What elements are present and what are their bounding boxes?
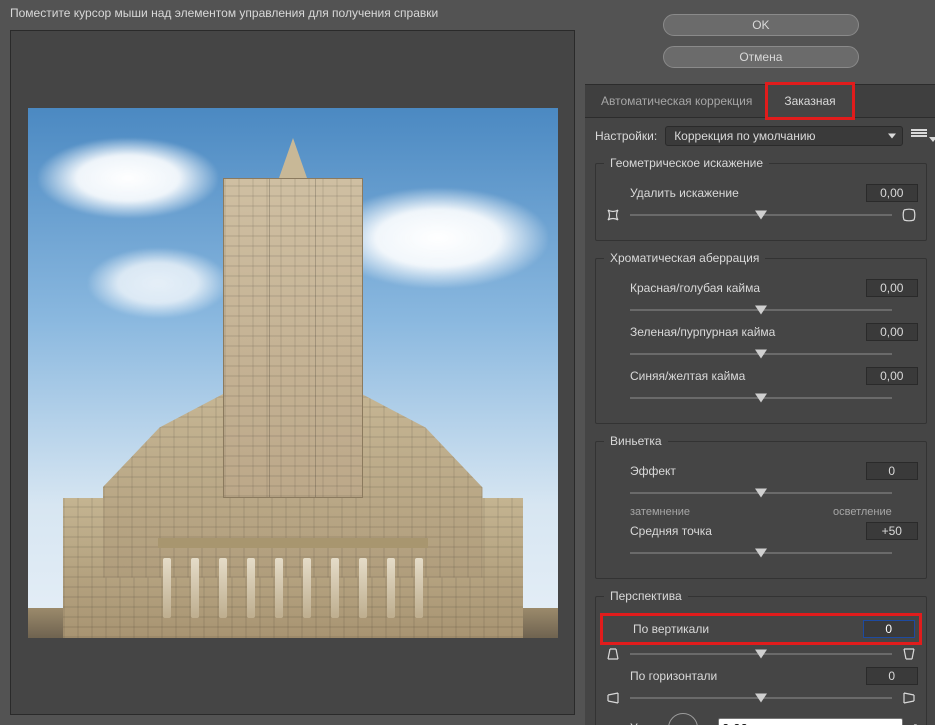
red-cyan-input[interactable] bbox=[866, 279, 918, 297]
horizontal-input[interactable] bbox=[866, 667, 918, 685]
angle-unit: ° bbox=[913, 721, 918, 725]
group-perspective: Перспектива По вертикали По горизонтали bbox=[595, 589, 927, 725]
vignette-range-right: осветление bbox=[833, 506, 892, 518]
group-geometric: Геометрическое искажение Удалить искажен… bbox=[595, 156, 927, 241]
horizontal-slider[interactable] bbox=[630, 691, 892, 705]
red-cyan-label: Красная/голубая кайма bbox=[604, 281, 866, 295]
hint-text: Поместите курсор мыши над элементом упра… bbox=[0, 0, 585, 24]
vignette-amount-input[interactable] bbox=[866, 462, 918, 480]
blue-yellow-label: Синяя/желтая кайма bbox=[604, 369, 866, 383]
ctrl-remove-distortion: Удалить искажение bbox=[604, 184, 918, 224]
ctrl-red-cyan: Красная/голубая кайма bbox=[604, 279, 918, 319]
ctrl-horizontal-perspective: По горизонтали bbox=[604, 667, 918, 707]
vertical-input[interactable] bbox=[863, 620, 915, 638]
ctrl-vignette-midpoint: Средняя точка bbox=[604, 522, 918, 562]
tab-auto-correction[interactable]: Автоматическая коррекция bbox=[585, 85, 768, 117]
perspective-horiz-right-icon bbox=[900, 689, 918, 707]
panel-menu-button[interactable] bbox=[911, 129, 927, 143]
green-magenta-slider[interactable] bbox=[630, 347, 892, 361]
controls-pane: OK Отмена Автоматическая коррекция Заказ… bbox=[585, 0, 935, 725]
ctrl-vertical-perspective: По вертикали bbox=[604, 617, 918, 663]
ctrl-green-magenta: Зеленая/пурпурная кайма bbox=[604, 323, 918, 363]
pincushion-icon bbox=[900, 206, 918, 224]
settings-value: Коррекция по умолчанию bbox=[674, 129, 815, 143]
ctrl-angle: Угол: ° bbox=[604, 713, 918, 725]
ctrl-blue-yellow: Синяя/желтая кайма bbox=[604, 367, 918, 407]
ctrl-vignette-amount: Эффект затемнение осветление bbox=[604, 462, 918, 518]
vertical-label: По вертикали bbox=[607, 622, 863, 636]
cancel-button[interactable]: Отмена bbox=[663, 46, 859, 68]
remove-distortion-slider[interactable] bbox=[630, 208, 892, 222]
green-magenta-input[interactable] bbox=[866, 323, 918, 341]
group-vignette: Виньетка Эффект затемнение осветление Сре… bbox=[595, 434, 927, 579]
remove-distortion-input[interactable] bbox=[866, 184, 918, 202]
ok-button[interactable]: OK bbox=[663, 14, 859, 36]
dialog-buttons: OK Отмена bbox=[585, 0, 935, 84]
menu-icon bbox=[911, 129, 927, 143]
vertical-perspective-highlight: По вертикали bbox=[600, 613, 922, 645]
settings-select[interactable]: Коррекция по умолчанию bbox=[665, 126, 903, 146]
tab-custom[interactable]: Заказная bbox=[765, 82, 854, 120]
vignette-mid-slider[interactable] bbox=[630, 546, 892, 560]
group-chromatic-legend: Хроматическая аберрация bbox=[604, 251, 765, 265]
perspective-horiz-left-icon bbox=[604, 689, 622, 707]
green-magenta-label: Зеленая/пурпурная кайма bbox=[604, 325, 866, 339]
preview-pane: Поместите курсор мыши над элементом упра… bbox=[0, 0, 585, 725]
vignette-mid-label: Средняя точка bbox=[604, 524, 866, 538]
vignette-mid-input[interactable] bbox=[866, 522, 918, 540]
preview-frame bbox=[10, 30, 575, 715]
horizontal-label: По горизонтали bbox=[604, 669, 866, 683]
perspective-vert-down-icon bbox=[900, 645, 918, 663]
settings-row: Настройки: Коррекция по умолчанию bbox=[595, 126, 927, 146]
vignette-amount-label: Эффект bbox=[604, 464, 866, 478]
vignette-range-left: затемнение bbox=[630, 506, 690, 518]
lens-correction-dialog: Поместите курсор мыши над элементом упра… bbox=[0, 0, 935, 725]
preview-image bbox=[28, 108, 558, 638]
group-chromatic: Хроматическая аберрация Красная/голубая … bbox=[595, 251, 927, 424]
group-perspective-legend: Перспектива bbox=[604, 589, 688, 603]
custom-panel: Настройки: Коррекция по умолчанию Геомет… bbox=[585, 118, 935, 725]
perspective-vert-up-icon bbox=[604, 645, 622, 663]
blue-yellow-slider[interactable] bbox=[630, 391, 892, 405]
angle-label: Угол: bbox=[630, 721, 658, 725]
vignette-amount-slider[interactable] bbox=[630, 486, 892, 500]
angle-dial[interactable] bbox=[668, 713, 698, 725]
blue-yellow-input[interactable] bbox=[866, 367, 918, 385]
angle-input[interactable] bbox=[718, 718, 903, 725]
group-vignette-legend: Виньетка bbox=[604, 434, 668, 448]
vertical-slider[interactable] bbox=[630, 647, 892, 661]
red-cyan-slider[interactable] bbox=[630, 303, 892, 317]
barrel-icon bbox=[604, 206, 622, 224]
tabs: Автоматическая коррекция Заказная bbox=[585, 84, 935, 118]
settings-label: Настройки: bbox=[595, 129, 657, 143]
group-geometric-legend: Геометрическое искажение bbox=[604, 156, 769, 170]
remove-distortion-label: Удалить искажение bbox=[604, 186, 866, 200]
